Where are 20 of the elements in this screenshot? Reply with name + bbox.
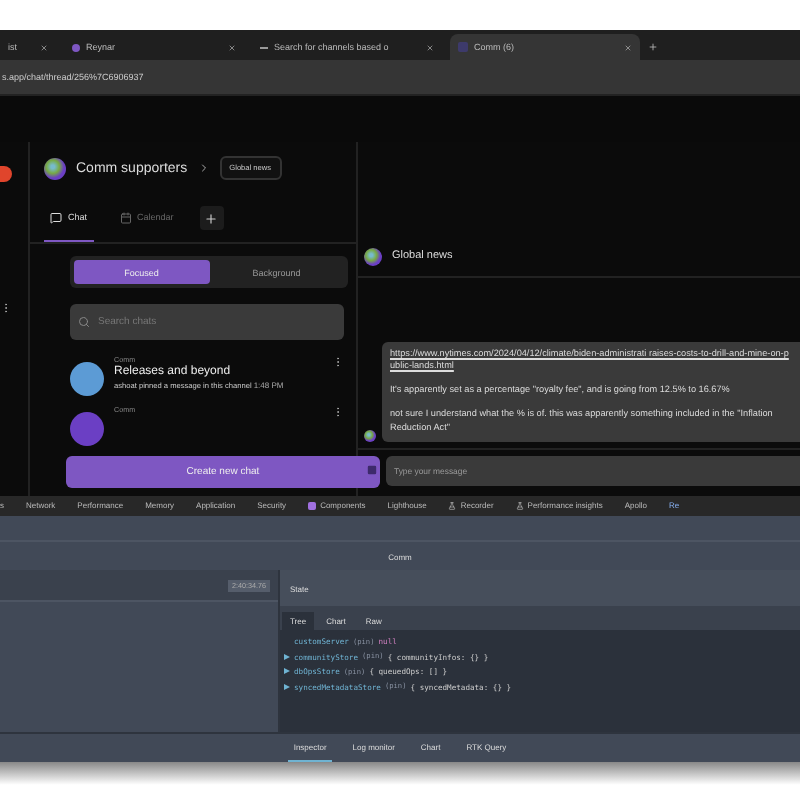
chat-avatar [70,362,104,396]
flask-icon [515,501,524,509]
react-icon [308,501,317,509]
tab-favicon-icon [72,43,80,51]
new-tab-icon[interactable] [648,42,658,52]
expand-arrow-icon[interactable] [284,668,290,674]
thread-avatar [364,247,382,265]
calendar-icon [119,211,132,223]
tab-favicon-icon [458,42,468,52]
flask-icon [448,501,457,509]
chevron-icon [197,162,210,174]
chat-icon [50,211,62,223]
community-avatar [44,157,66,179]
plus-icon [204,211,219,225]
user-avatar [364,430,376,442]
expand-arrow-icon[interactable] [284,653,290,659]
chat-avatar [70,412,104,446]
expand-arrow-icon[interactable] [284,683,290,689]
search-icon [78,316,90,328]
add-button[interactable] [199,206,224,230]
